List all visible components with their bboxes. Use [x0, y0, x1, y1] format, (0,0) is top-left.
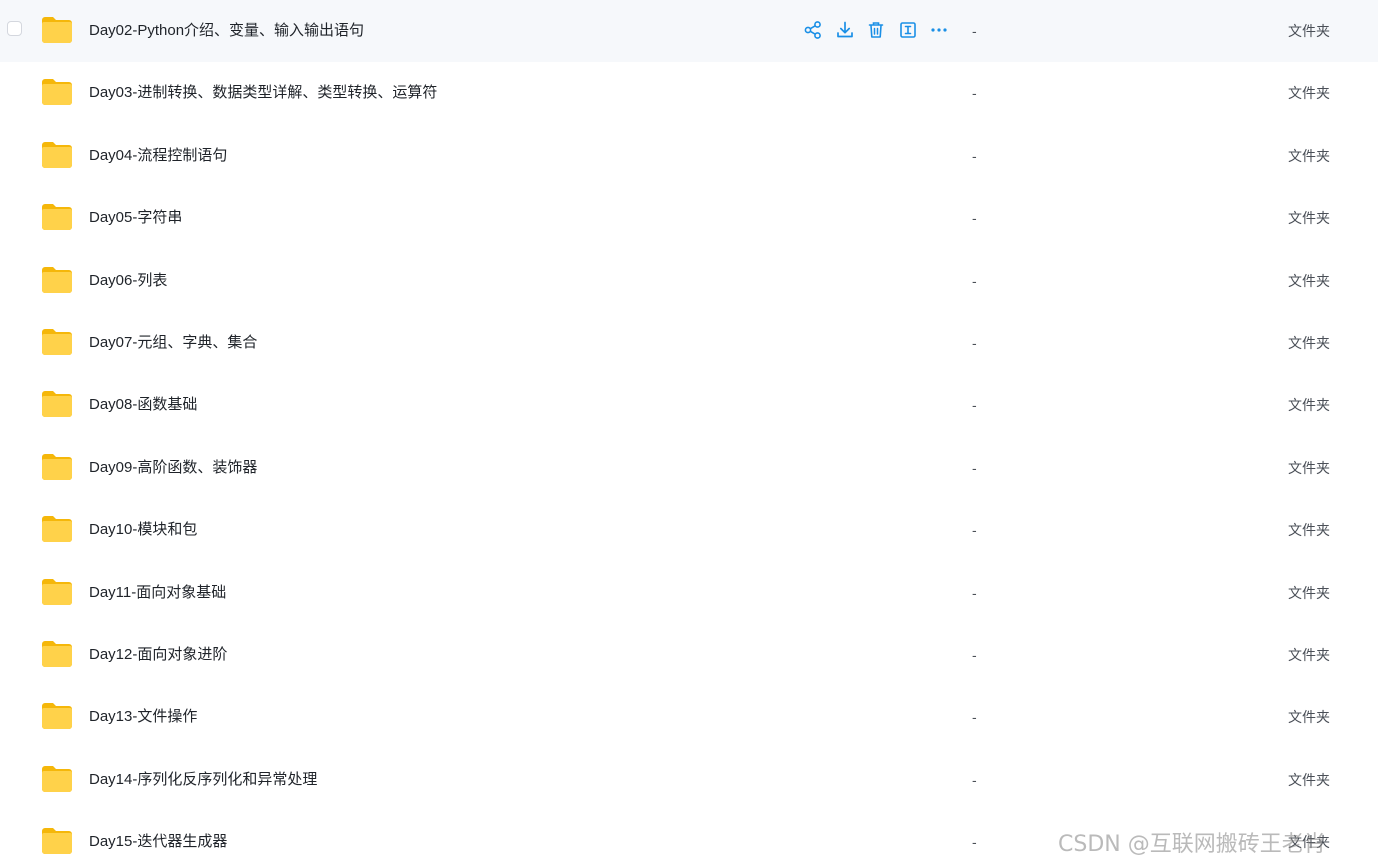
- file-type: 文件夹: [1288, 85, 1330, 102]
- file-size: -: [972, 584, 977, 601]
- rename-icon[interactable]: [898, 20, 918, 40]
- delete-icon[interactable]: [866, 20, 886, 40]
- file-size: -: [972, 459, 977, 476]
- file-name[interactable]: Day14-序列化反序列化和异常处理: [89, 749, 317, 811]
- list-item[interactable]: Day13-文件操作 - 文件夹: [0, 686, 1378, 748]
- file-type: 文件夹: [1288, 335, 1330, 351]
- file-size: -: [972, 709, 977, 726]
- file-type: 文件夹: [1288, 210, 1330, 227]
- list-item[interactable]: Day09-高阶函数、装饰器 - 文件夹: [0, 437, 1378, 499]
- list-item[interactable]: Day06-列表 - 文件夹: [0, 250, 1378, 312]
- file-name[interactable]: Day03-进制转换、数据类型详解、类型转换、运算符: [89, 62, 437, 124]
- list-item[interactable]: Day12-面向对象进阶 - 文件夹: [0, 624, 1378, 686]
- file-type: 文件夹: [1288, 834, 1330, 851]
- list-item[interactable]: Day07-元组、字典、集合 - 文件夹: [0, 312, 1378, 374]
- file-name[interactable]: Day11-面向对象基础: [89, 562, 226, 624]
- folder-icon: [42, 391, 72, 418]
- folder-icon: [42, 141, 72, 168]
- list-item[interactable]: Day15-迭代器生成器 - 文件夹: [0, 811, 1378, 866]
- file-size: -: [972, 272, 977, 289]
- file-size: -: [972, 522, 977, 539]
- list-item[interactable]: Day04-流程控制语句 - 文件夹: [0, 125, 1378, 187]
- file-size: -: [972, 85, 977, 102]
- file-size: -: [972, 335, 977, 351]
- row-checkbox[interactable]: [7, 21, 22, 36]
- file-type: 文件夹: [1288, 522, 1330, 539]
- file-type: 文件夹: [1288, 272, 1330, 289]
- folder-icon: [42, 453, 72, 480]
- folder-icon: [42, 266, 72, 293]
- file-name[interactable]: Day07-元组、字典、集合: [89, 312, 257, 374]
- folder-icon: [42, 516, 72, 543]
- download-icon[interactable]: [835, 20, 855, 40]
- list-item[interactable]: Day11-面向对象基础 - 文件夹: [0, 562, 1378, 624]
- folder-icon: [42, 17, 72, 43]
- file-size: -: [972, 771, 977, 788]
- file-name[interactable]: Day15-迭代器生成器: [89, 811, 227, 866]
- folder-icon: [42, 828, 72, 855]
- folder-icon: [42, 703, 72, 730]
- list-item[interactable]: Day08-函数基础 - 文件夹: [0, 374, 1378, 436]
- more-icon[interactable]: [929, 20, 949, 40]
- file-type: 文件夹: [1288, 709, 1330, 726]
- file-name[interactable]: Day12-面向对象进阶: [89, 624, 227, 686]
- row-actions: [803, 19, 961, 41]
- list-item[interactable]: Day05-字符串 - 文件夹: [0, 187, 1378, 249]
- list-item[interactable]: Day14-序列化反序列化和异常处理 - 文件夹: [0, 749, 1378, 811]
- file-type: 文件夹: [1288, 647, 1330, 663]
- folder-icon: [42, 79, 72, 106]
- file-name[interactable]: Day04-流程控制语句: [89, 125, 227, 187]
- file-name[interactable]: Day05-字符串: [89, 187, 182, 249]
- list-item[interactable]: Day03-进制转换、数据类型详解、类型转换、运算符 - 文件夹: [0, 62, 1378, 124]
- file-type: 文件夹: [1288, 771, 1330, 788]
- list-item[interactable]: Day10-模块和包 - 文件夹: [0, 499, 1378, 561]
- file-name[interactable]: Day13-文件操作: [89, 686, 197, 748]
- file-type: 文件夹: [1288, 147, 1330, 164]
- file-size: -: [972, 147, 977, 164]
- file-size: -: [972, 647, 977, 663]
- file-size: -: [972, 210, 977, 227]
- folder-icon: [42, 329, 72, 355]
- file-list: Day02-Python介绍、变量、输入输出语句 - 文件夹 Day03-进制转…: [0, 0, 1378, 866]
- file-type: 文件夹: [1288, 459, 1330, 476]
- file-name[interactable]: Day02-Python介绍、变量、输入输出语句: [89, 0, 364, 62]
- file-name[interactable]: Day09-高阶函数、装饰器: [89, 437, 257, 499]
- file-type: 文件夹: [1288, 23, 1330, 39]
- file-size: -: [972, 834, 977, 851]
- file-name[interactable]: Day08-函数基础: [89, 374, 197, 436]
- folder-icon: [42, 765, 72, 792]
- folder-icon: [42, 578, 72, 605]
- file-size: -: [972, 23, 977, 39]
- file-size: -: [972, 397, 977, 414]
- file-name[interactable]: Day06-列表: [89, 250, 167, 312]
- list-item[interactable]: Day02-Python介绍、变量、输入输出语句 - 文件夹: [0, 0, 1378, 62]
- file-type: 文件夹: [1288, 397, 1330, 414]
- file-name[interactable]: Day10-模块和包: [89, 499, 197, 561]
- folder-icon: [42, 204, 72, 231]
- folder-icon: [42, 641, 72, 667]
- file-type: 文件夹: [1288, 584, 1330, 601]
- share-icon[interactable]: [803, 20, 823, 40]
